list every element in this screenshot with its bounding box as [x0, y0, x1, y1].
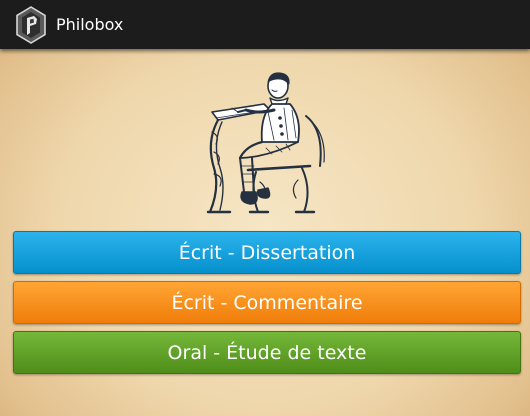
ecrit-commentaire-label: Écrit - Commentaire: [171, 291, 363, 314]
oral-etude-de-texte-label: Oral - Étude de texte: [167, 341, 367, 364]
app-screen: Philobox Écrit - Dissertation Écrit - Co…: [0, 0, 530, 416]
ecrit-dissertation-button[interactable]: Écrit - Dissertation: [13, 231, 521, 274]
oral-etude-de-texte-button[interactable]: Oral - Étude de texte: [13, 331, 521, 374]
philobox-logo-icon[interactable]: [16, 5, 46, 44]
app-title: Philobox: [56, 15, 124, 34]
ecrit-commentaire-button[interactable]: Écrit - Commentaire: [13, 281, 521, 324]
boy-writing-illustration: [198, 70, 334, 220]
menu-buttons: Écrit - Dissertation Écrit - Commentaire…: [13, 231, 521, 381]
ecrit-dissertation-label: Écrit - Dissertation: [178, 241, 356, 264]
action-bar: Philobox: [0, 0, 530, 49]
